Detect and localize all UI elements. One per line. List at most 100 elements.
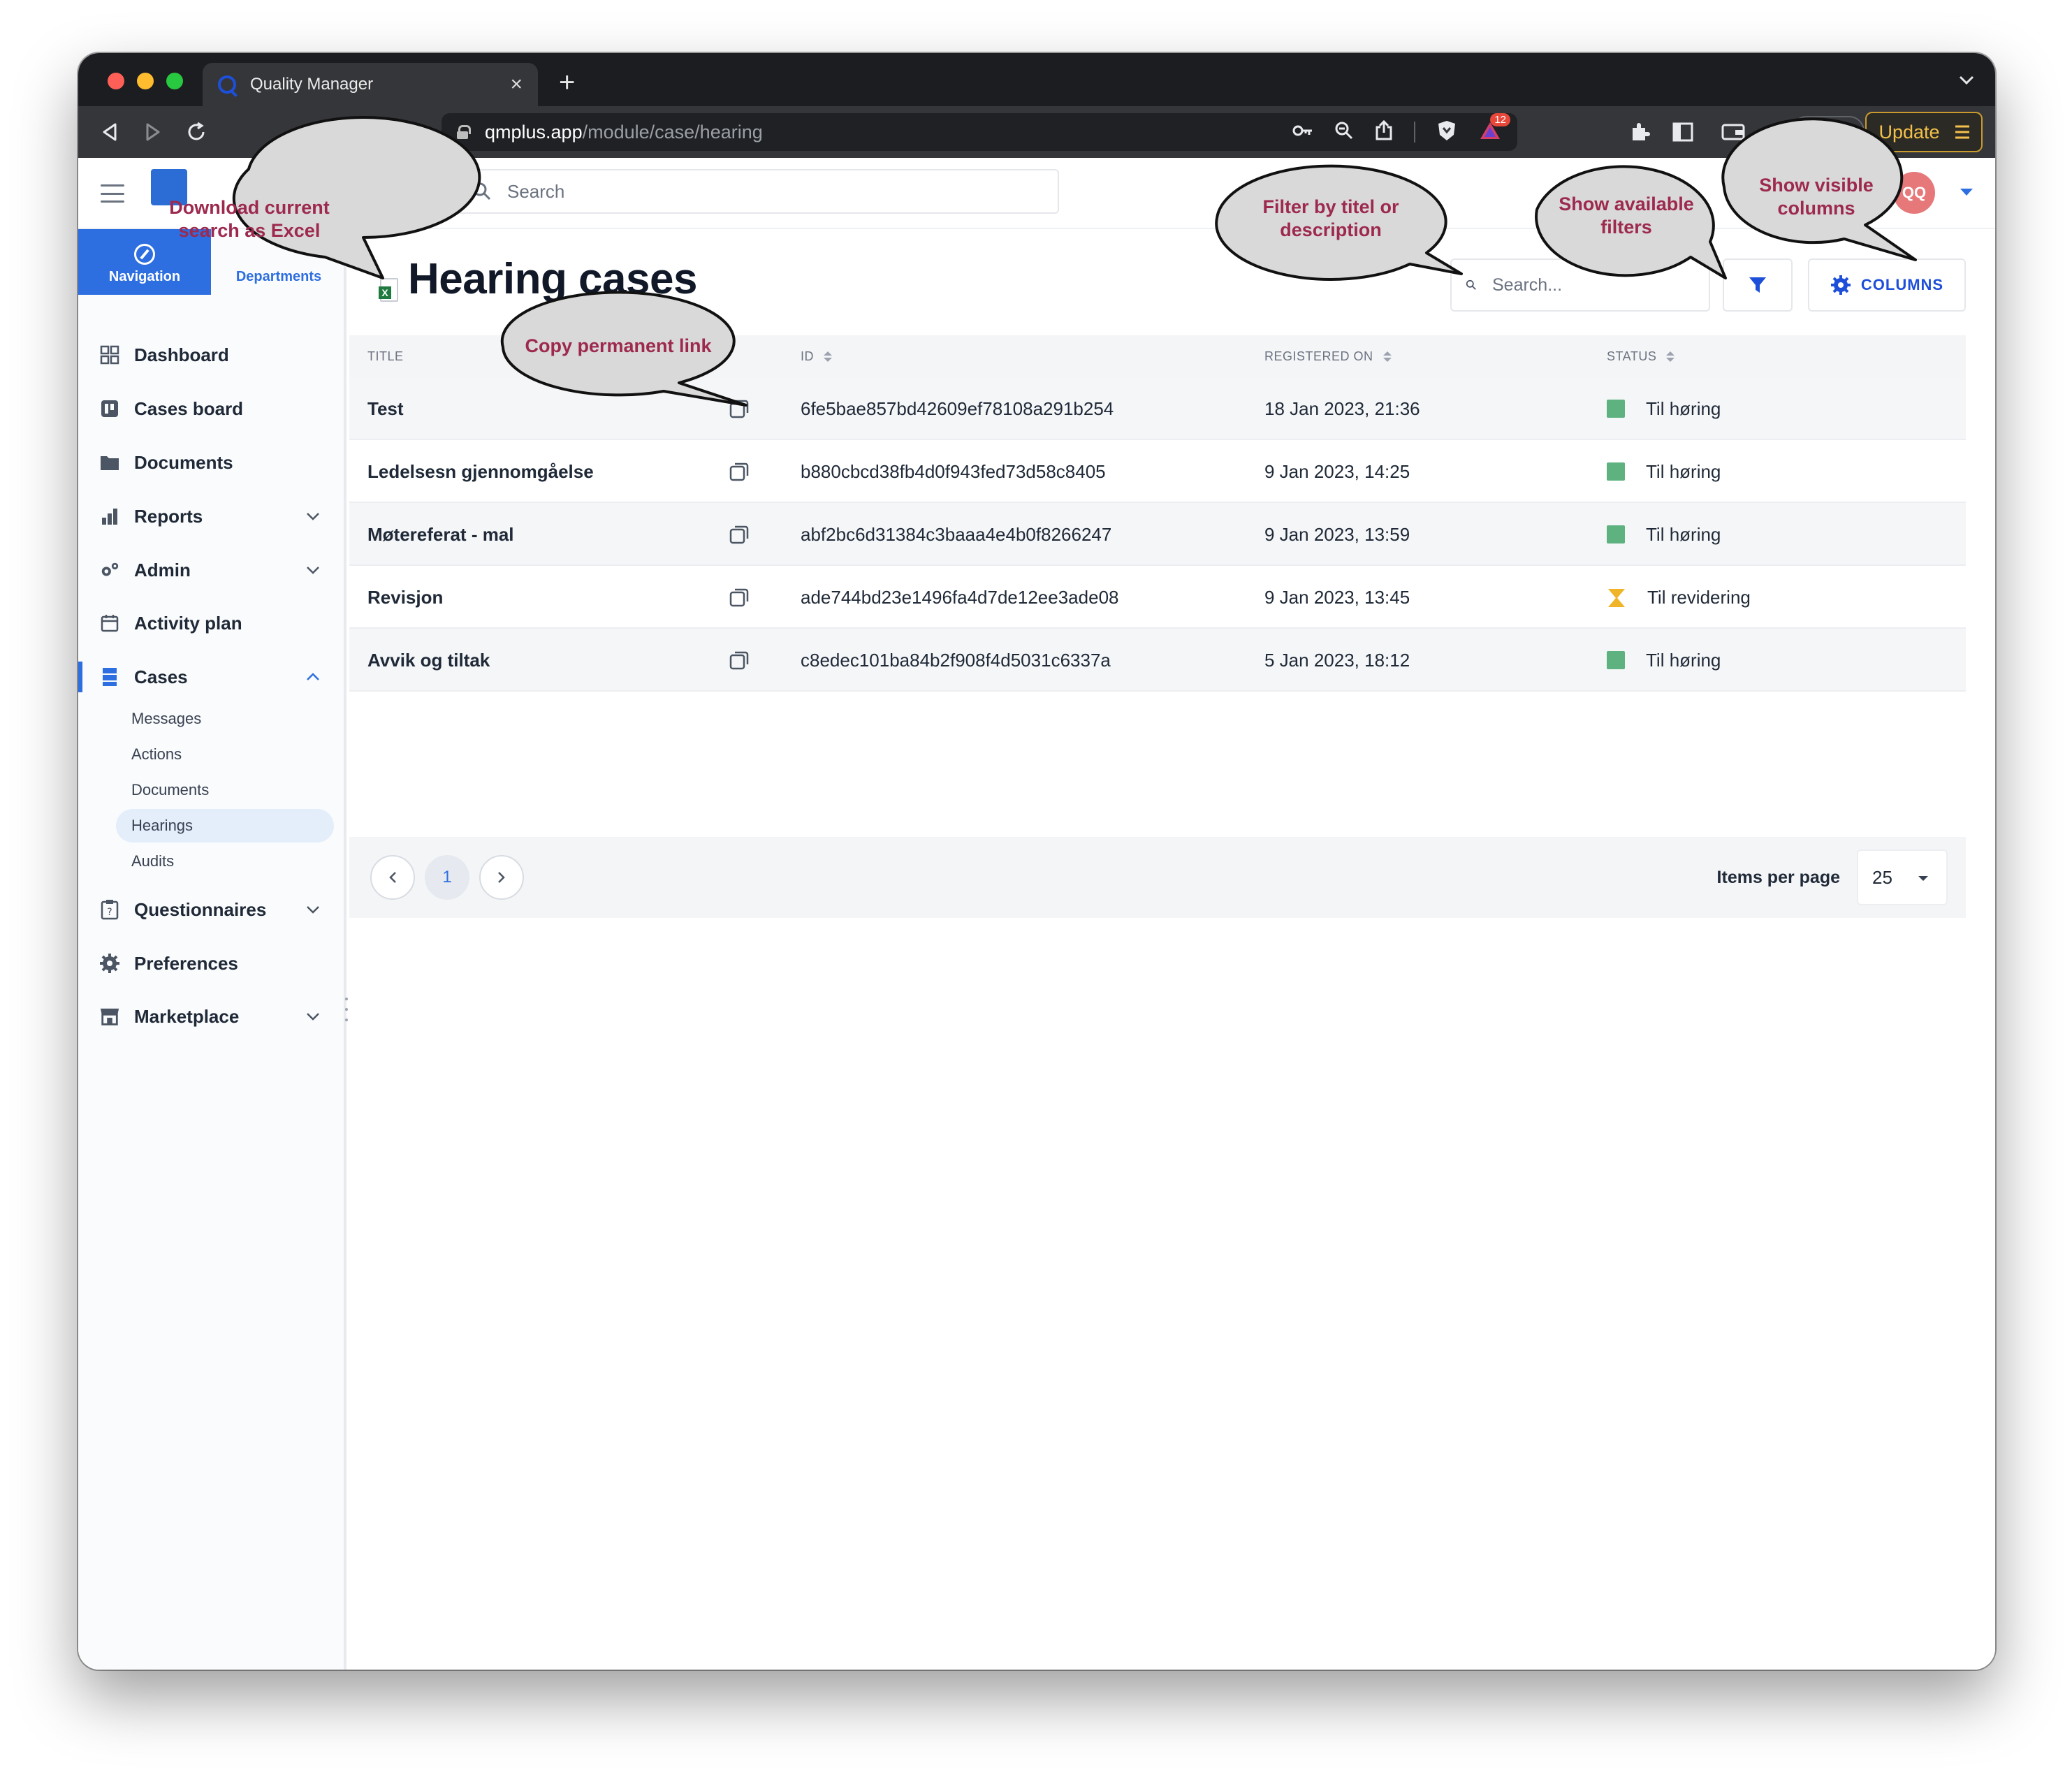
menu-icon [1955, 125, 1969, 139]
tab-departments-label: Departments [235, 269, 322, 284]
minimize-window-button[interactable] [137, 73, 154, 89]
browser-window: Quality Manager × + qmplus.app /module/c… [78, 53, 1995, 1670]
columns-button[interactable]: COLUMNS [1808, 258, 1966, 312]
chevron-up-icon[interactable] [299, 673, 327, 681]
column-header-title[interactable]: TITLE [367, 335, 404, 377]
cell-status: Til høring [1607, 377, 1721, 440]
copy-link-icon[interactable] [728, 503, 750, 566]
sidebar-resize-handle[interactable] [344, 998, 349, 1021]
cell-id: abf2bc6d31384c3baaa4e4b0f8266247 [801, 523, 1112, 545]
status-hearing-icon [1607, 400, 1625, 418]
sidebar-item-cases-board[interactable]: Cases board [78, 386, 344, 431]
sidebar-item-documents[interactable]: Documents [78, 440, 344, 485]
tab-list-chevron-icon[interactable] [1959, 68, 1974, 90]
sidebar-item-admin[interactable]: Admin [78, 548, 344, 592]
cell-status: Til høring [1607, 503, 1721, 566]
cell-title: Møtereferat - mal [367, 523, 514, 545]
sidebar-item-preferences[interactable]: Preferences [78, 941, 344, 986]
sidebar-subitem-documents[interactable]: Documents [116, 773, 334, 807]
update-button[interactable]: Update [1865, 112, 1983, 152]
chevron-down-icon[interactable] [299, 905, 327, 914]
password-key-icon[interactable] [1292, 124, 1313, 140]
sidebar-subitem-messages[interactable]: Messages [116, 702, 334, 736]
user-menu-caret-icon[interactable] [1960, 189, 1973, 196]
bookmark-icon[interactable] [393, 119, 419, 145]
app-header: MESSAGE QQ [78, 158, 1995, 229]
sidebar-item-dashboard[interactable]: Dashboard [78, 333, 344, 377]
excel-download-icon[interactable]: X [379, 278, 398, 302]
app-logo[interactable] [151, 169, 187, 205]
copy-link-icon[interactable] [728, 440, 750, 503]
filter-button[interactable] [1723, 258, 1793, 312]
next-page-button[interactable] [479, 855, 524, 900]
status-label: Til høring [1646, 649, 1721, 671]
close-window-button[interactable] [108, 73, 124, 89]
sidebar-item-label: Dashboard [134, 344, 229, 365]
forward-button[interactable] [140, 119, 166, 145]
copy-link-icon[interactable] [728, 566, 750, 629]
brave-shields-icon[interactable] [1436, 119, 1457, 145]
column-header-label: ID [801, 349, 814, 363]
tab-departments[interactable]: Departments [211, 229, 346, 295]
sidebar-item-activity-plan[interactable]: Activity plan [78, 601, 344, 645]
maximize-window-button[interactable] [166, 73, 183, 89]
status-label: Til høring [1646, 397, 1721, 419]
global-search-input[interactable] [507, 180, 1038, 203]
column-header-id[interactable]: ID [801, 335, 832, 377]
sidebar-item-cases[interactable]: Cases [78, 655, 344, 699]
table-row[interactable]: Møtereferat - mal abf2bc6d31384c3baaa4e4… [349, 503, 1966, 566]
back-button[interactable] [96, 119, 123, 145]
sidebar-item-label: Reports [134, 505, 203, 527]
extensions-puzzle-icon[interactable] [1626, 119, 1653, 145]
chevron-down-icon[interactable] [299, 1012, 327, 1021]
items-per-page-select[interactable]: 25 [1857, 849, 1948, 905]
close-tab-icon[interactable]: × [510, 73, 523, 96]
browser-tab-active[interactable]: Quality Manager × [203, 63, 538, 106]
brave-rewards-icon[interactable]: 12 [1478, 112, 1510, 145]
sidebar-subitem-hearings[interactable]: Hearings [116, 809, 334, 842]
chevron-down-icon[interactable] [299, 512, 327, 520]
status-hearing-icon [1607, 525, 1625, 543]
wallet-icon[interactable] [1720, 119, 1746, 145]
reload-icon[interactable] [183, 119, 210, 145]
list-search-box[interactable] [1450, 258, 1710, 312]
sidebar-toggle-icon[interactable] [1670, 119, 1696, 145]
vpn-button[interactable]: VPN [1791, 116, 1865, 147]
sidebar-item-reports[interactable]: Reports [78, 494, 344, 539]
cell-status: Til høring [1607, 629, 1721, 692]
search-icon [473, 182, 491, 200]
tab-navigation[interactable]: Navigation [78, 229, 211, 295]
cell-registered: 18 Jan 2023, 21:36 [1264, 397, 1420, 419]
user-avatar[interactable]: QQ [1893, 172, 1935, 214]
new-tab-button[interactable]: + [559, 66, 575, 99]
table-row[interactable]: Avvik og tiltak c8edec101ba84b2f908f4d50… [349, 629, 1966, 692]
cell-title: Ledelsesn gjennomgåelse [367, 460, 594, 482]
sidebar-subitem-actions[interactable]: Actions [116, 738, 334, 771]
zoom-icon[interactable] [1334, 121, 1354, 144]
table-row[interactable]: Revisjon ade744bd23e1496fa4d7de12ee3ade0… [349, 566, 1966, 629]
cell-title: Avvik og tiltak [367, 649, 490, 671]
sidebar: Navigation Departments Dashboard Cases b… [78, 229, 349, 1670]
global-search-box[interactable] [454, 169, 1059, 214]
cell-id: 6fe5bae857bd42609ef78108a291b254 [801, 397, 1114, 419]
list-search-input[interactable] [1492, 275, 1695, 296]
sidebar-subitem-audits[interactable]: Audits [116, 845, 334, 878]
address-bar[interactable]: qmplus.app /module/case/hearing 12 [442, 112, 1517, 151]
chevron-down-icon[interactable] [299, 566, 327, 574]
share-icon[interactable] [1375, 119, 1393, 145]
page-number-button[interactable]: 1 [425, 855, 469, 900]
hamburger-menu-icon[interactable] [101, 184, 124, 203]
search-icon [1466, 279, 1476, 290]
table-row[interactable]: Test 6fe5bae857bd42609ef78108a291b254 18… [349, 377, 1966, 440]
sidebar-item-marketplace[interactable]: Marketplace [78, 994, 344, 1039]
column-header-status[interactable]: STATUS [1607, 335, 1675, 377]
copy-link-icon[interactable] [728, 377, 750, 440]
message-button[interactable]: MESSAGE [288, 169, 433, 215]
sidebar-item-questionnaires[interactable]: ? Questionnaires [78, 887, 344, 932]
column-header-registered[interactable]: REGISTERED ON [1264, 335, 1392, 377]
dashboard-icon [99, 344, 120, 365]
copy-link-icon[interactable] [728, 629, 750, 692]
table-row[interactable]: Ledelsesn gjennomgåelse b880cbcd38fb4d0f… [349, 440, 1966, 503]
rewards-badge: 12 [1490, 112, 1510, 126]
prev-page-button[interactable] [370, 855, 415, 900]
